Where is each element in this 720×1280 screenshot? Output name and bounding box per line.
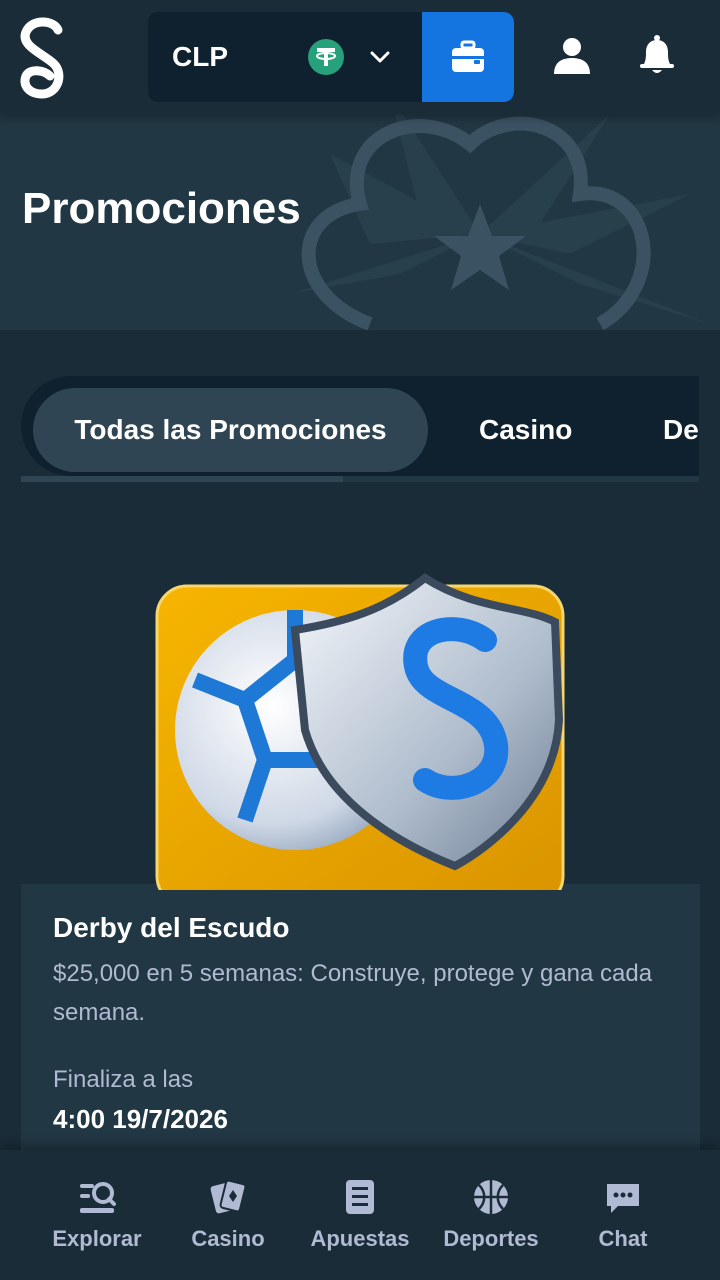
tabs-scrollbar[interactable] — [21, 476, 699, 482]
tether-icon — [308, 39, 344, 75]
wallet-button[interactable] — [422, 12, 514, 102]
nav-bets[interactable]: Apuestas — [294, 1150, 426, 1280]
nav-explore[interactable]: Explorar — [31, 1150, 163, 1280]
promo-category-tabs: Todas las Promociones Casino De — [21, 376, 699, 482]
currency-label: CLP — [172, 41, 228, 72]
nav-explore-label: Explorar — [52, 1226, 142, 1251]
hero-star-decoration — [290, 114, 710, 330]
promo-description: $25,000 en 5 semanas: Construye, protege… — [53, 960, 653, 1026]
promo-card[interactable]: Derby del Escudo $25,000 en 5 semanas: C… — [21, 530, 700, 1170]
explore-icon — [80, 1182, 116, 1213]
nav-casino[interactable]: Casino — [162, 1150, 294, 1280]
tab-all-promotions[interactable]: Todas las Promociones — [33, 388, 428, 472]
chat-icon — [607, 1184, 639, 1213]
wallet-selector[interactable]: CLP — [148, 12, 514, 102]
tabs-track: Todas las Promociones Casino De — [21, 376, 699, 476]
tab-sports[interactable]: De — [663, 388, 699, 472]
chevron-down-icon[interactable] — [368, 45, 392, 69]
nav-sports[interactable]: Deportes — [425, 1150, 557, 1280]
promo-title[interactable]: Derby del Escudo — [53, 912, 290, 944]
nav-chat-label: Chat — [598, 1226, 648, 1251]
cards-icon — [210, 1179, 247, 1214]
betslip-icon — [346, 1180, 374, 1214]
basketball-icon — [474, 1180, 508, 1214]
nav-casino-label: Casino — [191, 1226, 265, 1251]
top-bar: CLP — [0, 0, 720, 114]
tab-casino[interactable]: Casino — [479, 388, 572, 472]
notification-bell-icon[interactable] — [637, 34, 677, 76]
nav-bets-label: Apuestas — [310, 1226, 410, 1251]
promo-image-area — [21, 530, 700, 890]
page-title: Promociones — [22, 184, 301, 233]
user-icon[interactable] — [552, 36, 592, 76]
promo-banner-image — [155, 573, 565, 890]
promotions-hero: Promociones — [0, 114, 720, 330]
promo-end-date: 4:00 19/7/2026 — [53, 1104, 228, 1134]
nav-chat[interactable]: Chat — [557, 1150, 689, 1280]
stake-logo[interactable] — [14, 14, 76, 100]
wallet-icon — [452, 40, 484, 72]
scrollbar-thumb[interactable] — [21, 476, 343, 482]
promo-end-label: Finaliza a las — [53, 1066, 194, 1093]
nav-sports-label: Deportes — [443, 1226, 539, 1251]
bottom-navigation: Explorar Casino Apuestas Deportes Chat — [0, 1150, 720, 1280]
